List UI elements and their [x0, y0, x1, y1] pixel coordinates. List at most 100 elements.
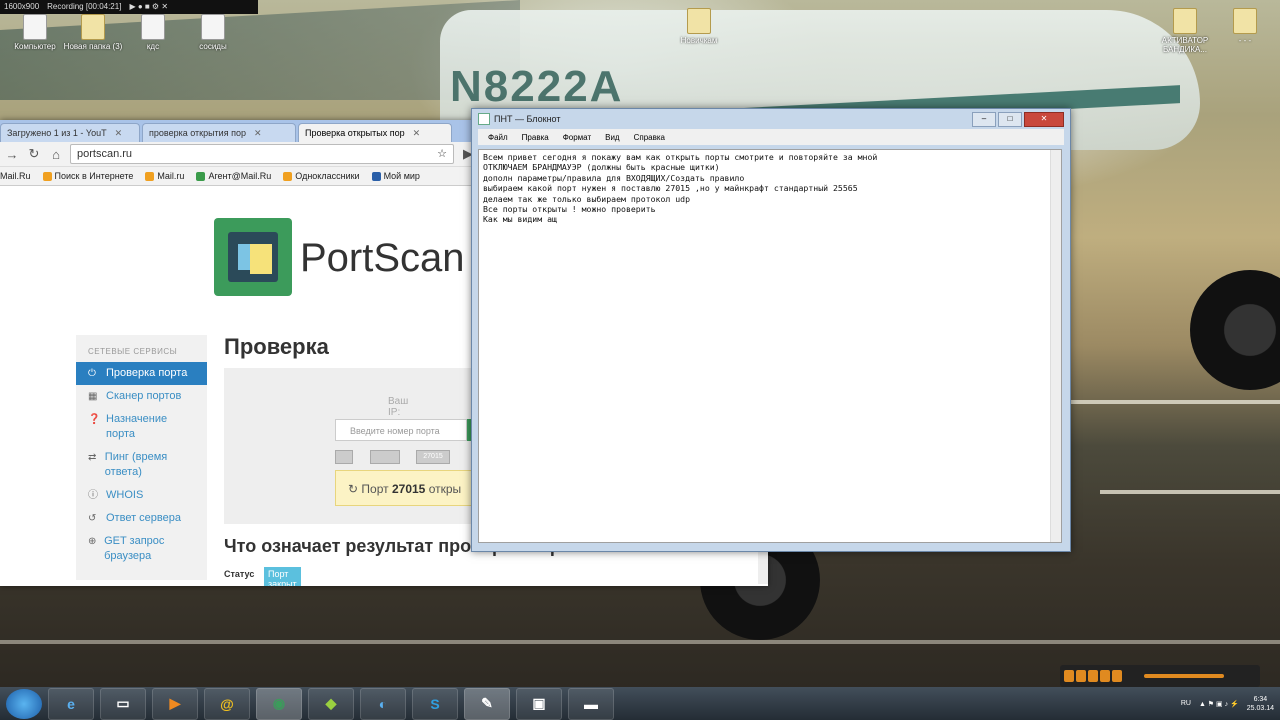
services-sidebar: СЕТЕВЫЕ СЕРВИСЫ ⏻ Проверка порта ▦ Сканер … [76, 335, 207, 580]
sidebar-item-port-purpose[interactable]: ❓ Назначение порта [76, 408, 207, 446]
notepad-scrollbar[interactable] [1050, 150, 1061, 542]
home-icon[interactable]: ⌂ [48, 147, 64, 162]
text-line: Всем привет сегодня я покажу вам как отк… [483, 152, 878, 162]
grid-icon: ▦ [88, 391, 98, 402]
menu-help[interactable]: Справка [634, 133, 665, 142]
recorder-controls-icon[interactable]: ▶ ● ■ ⚙ ✕ [129, 0, 168, 14]
menu-format[interactable]: Формат [563, 133, 591, 142]
command-prompt-icon[interactable]: ▬ [568, 687, 614, 720]
preset-port-chip[interactable]: 27015 [416, 450, 450, 464]
tab-port-check-search[interactable]: проверка открытия пор ✕ [142, 123, 296, 142]
player-button[interactable] [1088, 670, 1098, 682]
text-line: Как мы видим ащ [483, 214, 557, 225]
info-icon: ⓘ [88, 490, 98, 501]
folder-icon [81, 14, 105, 40]
language-indicator[interactable]: RU [1181, 700, 1191, 707]
spinner-icon: ↻ [348, 482, 359, 496]
menu-edit[interactable]: Правка [522, 133, 549, 142]
file-explorer-icon[interactable]: ▭ [100, 687, 146, 720]
screen-recorder-bar: 1600x900 Recording [00:04:21] ▶ ● ■ ⚙ ✕ [0, 0, 258, 14]
bookmark-star-icon[interactable]: ☆ [437, 145, 447, 163]
sidebar-item-port-scanner[interactable]: ▦ Сканер портов [76, 385, 207, 408]
minecraft-launcher-icon[interactable]: ◆ [308, 687, 354, 720]
status-label: Статус [224, 569, 255, 579]
sidebar-item-ping[interactable]: ⇄ Пинг (время ответа) [76, 446, 207, 484]
player-button[interactable] [1100, 670, 1110, 682]
question-icon: ❓ [88, 414, 101, 425]
tab-close-icon[interactable]: ✕ [254, 124, 262, 142]
notepad-window: ПНТ — Блокнот – □ ✕ Файл Правка Формат В… [471, 108, 1071, 552]
player-button[interactable] [1064, 670, 1074, 682]
desktop-icon-novichkam[interactable]: Новичкам [664, 8, 734, 45]
refresh-icon: ↺ [88, 513, 97, 524]
desktop-icon-sosidy[interactable]: сосиды [178, 14, 248, 51]
preset-port-chip[interactable] [370, 450, 400, 464]
wallpaper-plane-registration: N8222A [450, 62, 624, 111]
menu-file[interactable]: Файл [488, 133, 508, 142]
recorder-status: Recording [00:04:21] [47, 2, 122, 11]
port-result-alert: ↻ Порт 27015 откры [335, 470, 475, 506]
wallpaper-ground-stripe [1050, 400, 1280, 404]
text-line: дополн параметры/правила для ВХОДЯЩИХ/Со… [483, 172, 745, 183]
sidebar-item-get-request[interactable]: ⊕ GET запрос браузера [76, 530, 207, 568]
internet-explorer-icon[interactable]: e [48, 687, 94, 720]
exchange-icon: ⇄ [88, 452, 97, 463]
computer-icon [23, 14, 47, 40]
mail-icon [42, 171, 52, 181]
close-button[interactable]: ✕ [1024, 112, 1064, 127]
tab-portscan[interactable]: Проверка открытых пор ✕ [298, 123, 452, 142]
bookmark-item[interactable]: Поиск в Интернете [42, 171, 133, 181]
text-line: Все порты открыты ! можно проверить [483, 204, 656, 215]
reload-icon[interactable]: ↻ [26, 146, 42, 162]
bookmark-item[interactable]: Агент@Mail.Ru [196, 171, 271, 181]
folder-icon [1233, 8, 1257, 34]
minimize-button[interactable]: – [972, 112, 996, 127]
site-logo-text[interactable]: PortScan [300, 236, 465, 281]
tray-icons[interactable]: ▲ ⚑ ▣ ♪ ⚡ [1199, 700, 1239, 708]
text-line: ОТКЛЮЧАЕМ БРАНДМАУЭР (должны быть красны… [483, 162, 720, 173]
bookmark-item[interactable]: Мой мир [371, 171, 420, 181]
tab-close-icon[interactable]: ✕ [115, 124, 123, 142]
odnoklassniki-icon [283, 171, 293, 181]
media-player-icon[interactable]: ▶ [152, 687, 198, 720]
wallpaper-ground-stripe [0, 640, 1280, 644]
start-button-icon[interactable] [6, 688, 42, 719]
port-number-input[interactable]: Введите номер порта [335, 419, 467, 441]
portscan-logo-icon[interactable] [214, 218, 292, 296]
sidebar-item-port-check[interactable]: ⏻ Проверка порта [76, 362, 207, 385]
notepad-menubar: Файл Правка Формат Вид Справка [478, 129, 1064, 145]
mail-icon [145, 171, 155, 181]
app-icon[interactable]: ◐ [360, 687, 406, 720]
moymir-icon [371, 171, 381, 181]
system-tray: RU ▲ ⚑ ▣ ♪ ⚡ 6:34 25.03.14 [1181, 687, 1274, 720]
tab-close-icon[interactable]: ✕ [413, 124, 421, 142]
recorder-resolution: 1600x900 [4, 2, 40, 11]
skype-icon[interactable]: S [412, 687, 458, 720]
mail-agent-icon[interactable]: @ [204, 687, 250, 720]
folder-icon [1173, 8, 1197, 34]
menu-view[interactable]: Вид [605, 133, 619, 142]
forward-icon[interactable]: → [4, 147, 20, 162]
player-button[interactable] [1076, 670, 1086, 682]
bookmark-item[interactable]: Mail.Ru [0, 171, 31, 181]
sidebar-item-whois[interactable]: ⓘ WHOIS [76, 484, 207, 507]
desktop-icon-dashes[interactable]: - - - [1210, 8, 1280, 45]
wallpaper-wheel [1190, 270, 1280, 390]
player-button[interactable] [1112, 670, 1122, 682]
sidebar-item-server-response[interactable]: ↺ Ответ сервера [76, 507, 207, 530]
file-icon [141, 14, 165, 40]
bookmark-item[interactable]: Одноклассники [283, 171, 360, 181]
maximize-button[interactable]: □ [998, 112, 1022, 127]
notepad-title: ПНТ — Блокнот [494, 114, 561, 124]
tab-youtube[interactable]: Загружено 1 из 1 - YouT ✕ [0, 123, 140, 142]
clock[interactable]: 6:34 25.03.14 [1247, 695, 1274, 713]
media-player-mini [1060, 665, 1260, 687]
notepad-text-area[interactable]: Всем привет сегодня я покажу вам как отк… [478, 149, 1062, 543]
address-bar[interactable]: portscan.ru ☆ [70, 144, 454, 164]
preset-port-chip[interactable] [335, 450, 353, 464]
bookmark-item[interactable]: Mail.ru [145, 171, 184, 181]
notepad-taskbar-icon[interactable]: ✎ [464, 687, 510, 720]
chrome-icon[interactable]: ◉ [256, 687, 302, 720]
volume-bar[interactable] [1144, 674, 1224, 678]
network-tool-icon[interactable]: ▣ [516, 687, 562, 720]
